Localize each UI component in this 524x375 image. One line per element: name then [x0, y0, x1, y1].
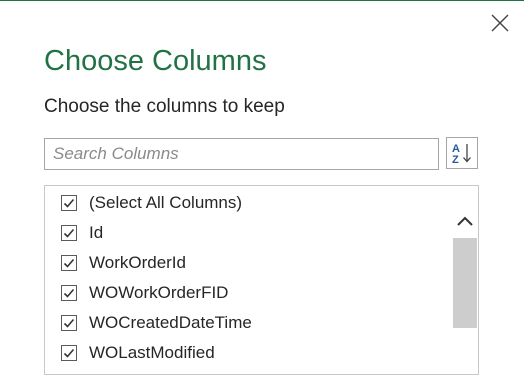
- list-item-label: WorkOrderId: [89, 253, 186, 272]
- column-checkbox[interactable]: [61, 345, 77, 361]
- close-icon: [491, 14, 509, 32]
- choose-columns-dialog: Choose Columns Choose the columns to kee…: [0, 0, 524, 375]
- column-checkbox[interactable]: [61, 285, 77, 301]
- dialog-subtitle: Choose the columns to keep: [44, 96, 285, 117]
- sort-az-icon: A Z: [452, 143, 471, 165]
- list-item-label: WOLastModified: [89, 343, 215, 362]
- chevron-up-icon: [457, 216, 473, 226]
- list-item-label: WOCreatedDateTime: [89, 313, 252, 332]
- list-item-wocreateddatetime[interactable]: WOCreatedDateTime: [45, 308, 450, 338]
- list-item-label: WOWorkOrderFID: [89, 283, 229, 302]
- check-icon: [63, 288, 75, 298]
- list-item-wolastmodified[interactable]: WOLastModified: [45, 338, 450, 368]
- list-item-id[interactable]: Id: [45, 218, 450, 248]
- check-icon: [63, 228, 75, 238]
- list-item-woworkorderfid[interactable]: WOWorkOrderFID: [45, 278, 450, 308]
- columns-list: (Select All Columns) Id WorkOrderId WOWo…: [44, 185, 479, 375]
- dialog-title: Choose Columns: [44, 45, 267, 77]
- select-all-checkbox[interactable]: [61, 195, 77, 211]
- list-item-label: Id: [89, 223, 104, 242]
- column-checkbox[interactable]: [61, 255, 77, 271]
- check-icon: [63, 258, 75, 268]
- check-icon: [63, 348, 75, 358]
- list-item-label: (Select All Columns): [89, 193, 243, 212]
- list-scrollbar[interactable]: [453, 206, 477, 374]
- list-item-select-all[interactable]: (Select All Columns): [45, 188, 450, 218]
- svg-text:Z: Z: [452, 154, 459, 165]
- column-checkbox[interactable]: [61, 315, 77, 331]
- column-checkbox[interactable]: [61, 225, 77, 241]
- search-columns-input[interactable]: [44, 138, 439, 170]
- list-item-workorderid[interactable]: WorkOrderId: [45, 248, 450, 278]
- check-icon: [63, 198, 75, 208]
- scroll-up-button[interactable]: [453, 206, 477, 236]
- scroll-thumb[interactable]: [453, 238, 477, 328]
- close-button[interactable]: [485, 9, 515, 37]
- sort-az-button[interactable]: A Z: [446, 137, 478, 169]
- check-icon: [63, 318, 75, 328]
